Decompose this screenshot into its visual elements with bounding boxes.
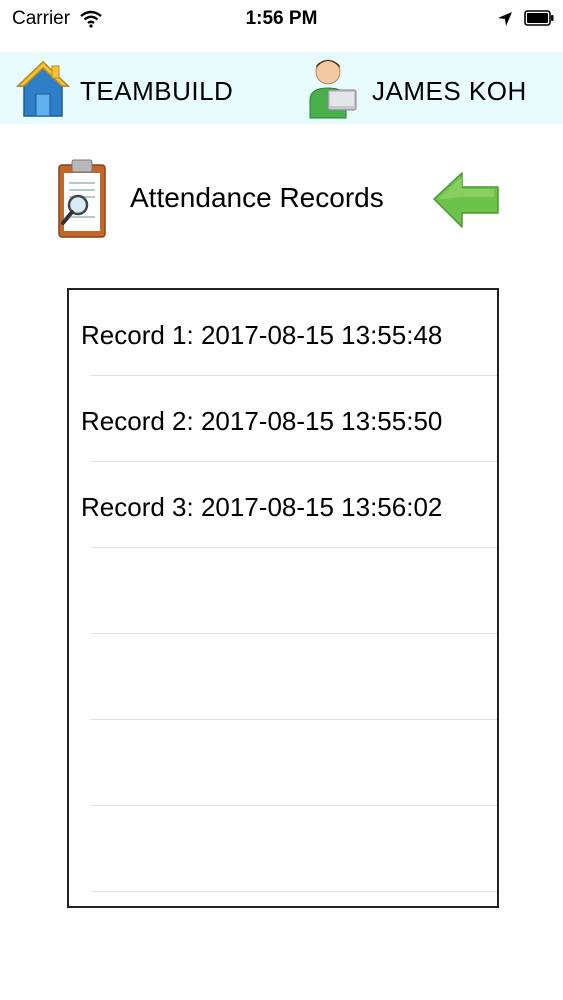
battery-icon [524,10,554,26]
list-item[interactable] [69,548,497,634]
status-time: 1:56 PM [245,8,318,29]
list-item[interactable]: Record 1: 2017-08-15 13:55:48 [69,290,497,376]
list-item[interactable]: Record 3: 2017-08-15 13:56:02 [69,462,497,548]
clipboard-icon [58,159,106,238]
list-item[interactable]: Record 2: 2017-08-15 13:55:50 [69,376,497,462]
record-label: Record 3: 2017-08-15 13:56:02 [81,492,443,522]
team-label[interactable]: TEAMBUILD [80,76,233,107]
row-separator [91,891,497,892]
list-item[interactable] [69,806,497,892]
record-label: Record 2: 2017-08-15 13:55:50 [81,406,443,436]
list-item[interactable] [69,720,497,806]
location-icon [498,12,512,26]
user-icon[interactable] [306,56,358,120]
home-icon[interactable] [16,60,70,118]
status-bar: Carrier 1:56 PM [0,0,563,38]
record-label: Record 1: 2017-08-15 13:55:48 [81,320,443,350]
top-bar: TEAMBUILD JAMES KOH [0,52,563,124]
user-label[interactable]: JAMES KOH [372,76,527,107]
list-item[interactable] [69,634,497,720]
back-arrow-icon[interactable] [430,165,502,235]
page-title: Attendance Records [130,182,384,213]
records-list[interactable]: Record 1: 2017-08-15 13:55:48 Record 2: … [67,288,499,908]
